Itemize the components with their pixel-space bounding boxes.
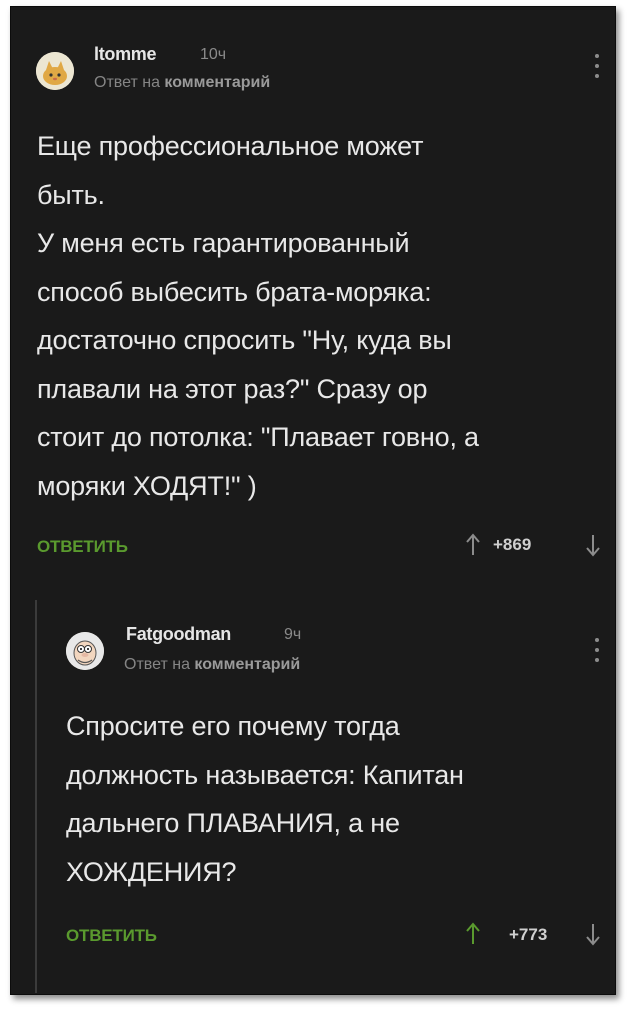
reply-to-label: Ответ на комментарий: [124, 656, 300, 674]
reply-button[interactable]: ОТВЕТИТЬ: [37, 537, 128, 557]
comment-author[interactable]: ltomme: [94, 44, 157, 65]
vote-up-icon[interactable]: [466, 533, 480, 557]
reply-to-link[interactable]: комментарий: [164, 74, 270, 91]
reply-button[interactable]: ОТВЕТИТЬ: [66, 926, 157, 946]
vote-down-icon[interactable]: [586, 922, 600, 946]
peter-griffin-avatar-icon[interactable]: [66, 632, 104, 670]
reply-to-label: Ответ на комментарий: [94, 74, 270, 92]
comment-author[interactable]: Fatgoodman: [126, 624, 231, 645]
reply-to-link[interactable]: комментарий: [194, 656, 300, 673]
cat-avatar-icon[interactable]: [36, 52, 74, 90]
vote-down-icon[interactable]: [586, 533, 600, 557]
comment-text: Спросите его почему тогда должность назы…: [66, 711, 464, 887]
more-options-icon[interactable]: [594, 638, 600, 662]
vote-up-icon[interactable]: [466, 922, 480, 946]
comment-rating: +869: [493, 535, 532, 554]
comment-time: 10ч: [200, 46, 227, 63]
comment-time: 9ч: [284, 626, 302, 643]
more-options-icon[interactable]: [594, 54, 600, 78]
reply-to-prefix: Ответ на: [94, 74, 160, 91]
comment-text: Еще профессиональное может быть. У меня …: [37, 131, 479, 501]
reply-to-prefix: Ответ на: [124, 656, 190, 673]
comment-rating: +773: [509, 925, 548, 944]
reply-thread-line: [35, 600, 37, 993]
